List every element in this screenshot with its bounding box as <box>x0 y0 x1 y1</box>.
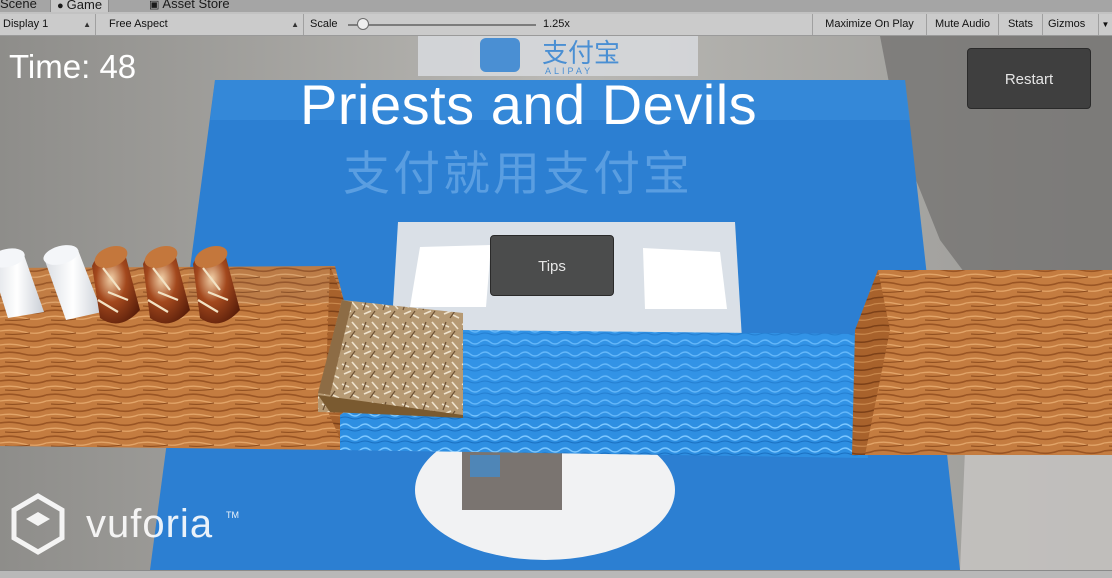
display-dropdown-value: Display 1 <box>3 18 49 30</box>
aspect-dropdown-value: Free Aspect <box>109 18 168 30</box>
scale-label: Scale <box>310 18 338 30</box>
tab-asset-store-label: Asset Store <box>162 0 230 11</box>
game-title: Priests and Devils <box>300 73 758 136</box>
stats-label: Stats <box>1007 18 1034 30</box>
tips-button[interactable]: Tips <box>490 235 614 296</box>
display-dropdown[interactable]: Display 1 ▲ <box>0 14 96 35</box>
tab-asset-store[interactable]: ▣ Asset Store <box>143 0 236 12</box>
vuforia-watermark: vuforia TM <box>10 496 250 556</box>
alipay-slogan-text: 支付就用支付宝 <box>343 147 693 202</box>
marker-white-square-right <box>643 248 727 309</box>
tab-scene[interactable]: Scene <box>0 0 43 12</box>
maximize-on-play-label: Maximize On Play <box>825 18 914 30</box>
alipay-brand-text: 支付宝 <box>542 39 620 69</box>
vuforia-logo-text: vuforia <box>86 502 214 546</box>
qr-code-detail <box>470 455 500 477</box>
game-controller-icon: ● <box>57 0 64 12</box>
scale-slider-handle[interactable] <box>357 18 370 30</box>
gizmos-button[interactable]: Gizmos <box>1042 14 1098 35</box>
aspect-dropdown[interactable]: Free Aspect ▲ <box>104 14 304 35</box>
editor-tab-strip: Scene ● Game ▣ Asset Store <box>0 0 1112 12</box>
gizmos-dropdown-arrow-icon[interactable]: ▼ <box>1098 14 1112 35</box>
restart-button[interactable]: Restart <box>967 48 1091 109</box>
mute-audio-button[interactable]: Mute Audio <box>926 14 998 35</box>
game-view[interactable]: 支付宝 ALIPAY 支付就用支付宝 Time: 48 Priests and … <box>0 36 1112 570</box>
mute-audio-label: Mute Audio <box>934 18 991 30</box>
dropdown-arrows-icon: ▲ <box>83 20 91 29</box>
tab-scene-label: Scene <box>0 0 37 11</box>
gizmos-label: Gizmos <box>1048 18 1086 30</box>
river-water-highlight <box>462 330 860 420</box>
right-bank-top <box>855 270 1112 455</box>
tab-game-label: Game <box>66 0 103 12</box>
timer-text: Time: 48 <box>9 48 137 85</box>
scale-slider-track[interactable] <box>348 24 536 26</box>
maximize-on-play-button[interactable]: Maximize On Play <box>812 14 926 35</box>
trademark-text: TM <box>226 510 239 520</box>
stats-button[interactable]: Stats <box>998 14 1042 35</box>
alipay-logo-icon <box>480 38 520 72</box>
left-bank-top <box>0 303 345 450</box>
game-view-toolbar: Display 1 ▲ Free Aspect ▲ Scale 1.25x Ma… <box>0 14 1112 36</box>
scale-value: 1.25x <box>543 18 570 30</box>
asset-store-icon: ▣ <box>149 0 160 11</box>
tab-game[interactable]: ● Game <box>50 0 110 12</box>
marker-white-square-left <box>410 245 491 307</box>
dropdown-arrows-icon: ▲ <box>291 20 299 29</box>
